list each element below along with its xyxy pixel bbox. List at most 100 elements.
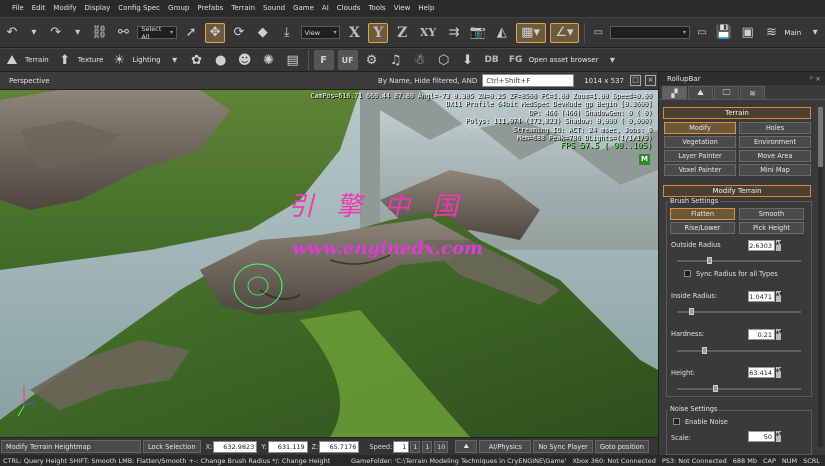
- hardness-slider-knob[interactable]: [702, 347, 707, 354]
- swatch-left-icon[interactable]: ▭: [590, 23, 606, 43]
- brush-pick-height-button[interactable]: Pick Height: [739, 222, 804, 234]
- swatch-right-icon[interactable]: ▭: [694, 23, 710, 43]
- sync-player-button[interactable]: No Sync Player: [533, 440, 593, 453]
- hardness-field[interactable]: 0.21: [748, 329, 775, 340]
- menu-clouds[interactable]: Clouds: [333, 0, 365, 17]
- redo-icon[interactable]: ↷: [46, 23, 66, 43]
- hardness-slider[interactable]: [677, 347, 801, 354]
- ui-fg-button[interactable]: UF: [337, 50, 358, 70]
- sound-icon[interactable]: ♫: [386, 50, 406, 70]
- terrain-holes-button[interactable]: Holes: [739, 122, 811, 134]
- mannequin-icon[interactable]: ☃: [410, 50, 430, 70]
- noise-scale-field[interactable]: 50: [748, 431, 775, 442]
- outside-radius-slider[interactable]: [677, 257, 801, 264]
- tab-display-icon[interactable]: 🖵: [714, 86, 739, 99]
- track-view-icon[interactable]: ▤: [283, 50, 303, 70]
- texture-tool-label[interactable]: Texture: [78, 56, 104, 64]
- ai-physics-button[interactable]: AI/Physics: [479, 440, 532, 453]
- tab-objects-icon[interactable]: ▞: [662, 86, 687, 99]
- goto-position-button[interactable]: Goto position: [594, 440, 649, 453]
- brush-smooth-button[interactable]: Smooth: [739, 208, 804, 220]
- chevron-down-icon[interactable]: ▾: [167, 50, 183, 70]
- inside-radius-spinner-icon[interactable]: ▲▼: [776, 291, 782, 302]
- terrain-collision-icon[interactable]: ⛰: [455, 440, 478, 453]
- sync-radius-checkbox[interactable]: [684, 270, 691, 277]
- menu-config-spec[interactable]: Config Spec: [114, 0, 164, 17]
- height-field[interactable]: 63.414: [748, 367, 775, 378]
- z-coord-field[interactable]: 65.7176: [319, 440, 360, 453]
- x-coord-field[interactable]: 632.9823: [213, 440, 258, 453]
- texture-tool-icon[interactable]: ⬆: [55, 50, 75, 70]
- lock-selection-button[interactable]: Lock Selection: [143, 440, 201, 453]
- menu-prefabs[interactable]: Prefabs: [193, 0, 227, 17]
- redo-dropdown-icon[interactable]: ▾: [70, 23, 86, 43]
- menu-terrain[interactable]: Terrain: [227, 0, 259, 17]
- chevron-down-icon[interactable]: ▾: [807, 23, 823, 43]
- brush-flatten-button[interactable]: Flatten: [670, 208, 735, 220]
- lighting-tool-label[interactable]: Lighting: [132, 56, 160, 64]
- inside-radius-slider[interactable]: [677, 308, 801, 315]
- move-icon[interactable]: ✥: [205, 22, 225, 43]
- material-icon[interactable]: ✿: [187, 50, 207, 70]
- outside-radius-spinner-icon[interactable]: ▲▼: [776, 240, 782, 251]
- inside-radius-slider-knob[interactable]: [689, 308, 694, 315]
- lighting-tool-icon[interactable]: ☀: [109, 50, 129, 70]
- terrain-layer-painter-button[interactable]: Layer Painter: [664, 150, 736, 162]
- viewport-search-input[interactable]: Ctrl+Shift+F: [482, 74, 575, 87]
- terrain-tool-label[interactable]: Terrain: [25, 56, 49, 64]
- angle-snap-icon[interactable]: ∠▾: [549, 22, 580, 43]
- terrain-snap-icon[interactable]: ◭: [492, 23, 512, 43]
- menu-group[interactable]: Group: [164, 0, 193, 17]
- menu-modify[interactable]: Modify: [49, 0, 80, 17]
- axis-z-button[interactable]: Z: [392, 23, 412, 43]
- database-button[interactable]: DB: [482, 50, 502, 70]
- layers-icon[interactable]: ≋: [762, 23, 782, 43]
- height-slider[interactable]: [677, 385, 801, 392]
- close-icon[interactable]: ×: [645, 75, 656, 86]
- link-icon[interactable]: ⛓: [90, 23, 110, 43]
- pin-close-icon[interactable]: ᵖ ×: [810, 75, 821, 83]
- height-spinner-icon[interactable]: ▲▼: [776, 367, 782, 378]
- outside-radius-slider-knob[interactable]: [707, 257, 712, 264]
- character-icon[interactable]: ☻: [235, 50, 255, 70]
- inside-radius-field[interactable]: 1.0471: [748, 291, 775, 302]
- asset-browser-button[interactable]: Open asset browser: [529, 56, 599, 64]
- terrain-tool-icon[interactable]: ⛰: [2, 50, 22, 70]
- scale-icon[interactable]: ◆: [253, 23, 273, 43]
- enable-noise-checkbox[interactable]: [673, 418, 680, 425]
- tab-terrain-icon[interactable]: ⛰: [688, 86, 713, 99]
- align-icon[interactable]: ⇉: [444, 23, 464, 43]
- undo-dropdown-icon[interactable]: ▾: [26, 23, 42, 43]
- terrain-section-header[interactable]: Terrain: [663, 107, 811, 119]
- chevron-down-icon[interactable]: ▾: [604, 50, 620, 70]
- rollup-scrollbar[interactable]: [818, 107, 823, 447]
- brush-rise-lower-button[interactable]: Rise/Lower: [670, 222, 735, 234]
- flowgraph-button[interactable]: FG: [506, 50, 526, 70]
- perspective-viewport[interactable]: CamPos=616.71 660.44 87.80 Angl=-73 0.30…: [0, 90, 658, 437]
- menu-tools[interactable]: Tools: [364, 0, 389, 17]
- camera-icon[interactable]: 📷: [468, 23, 488, 43]
- terrain-modify-button[interactable]: Modify: [664, 122, 736, 134]
- axis-x-button[interactable]: X: [344, 23, 364, 43]
- speed-preset-10[interactable]: 10: [434, 440, 449, 453]
- axis-y-button[interactable]: Y: [368, 22, 389, 43]
- terrain-vegetation-button[interactable]: Vegetation: [664, 136, 736, 148]
- goto-selected-icon[interactable]: ▣: [738, 23, 758, 43]
- rotate-icon[interactable]: ⟳: [229, 23, 249, 43]
- coord-system-select[interactable]: View ▾: [300, 26, 341, 39]
- menu-edit[interactable]: Edit: [28, 0, 50, 17]
- height-slider-knob[interactable]: [713, 385, 718, 392]
- hardness-spinner-icon[interactable]: ▲▼: [776, 329, 782, 340]
- modify-terrain-section-header[interactable]: Modify Terrain: [663, 185, 811, 197]
- layer-main-label[interactable]: Main: [784, 29, 801, 37]
- speed-preset-2[interactable]: 1: [422, 440, 433, 453]
- speed-field[interactable]: 1: [393, 440, 410, 453]
- viewport-resolution[interactable]: 1014 x 537: [584, 77, 624, 85]
- speed-preset-1[interactable]: 1: [410, 440, 421, 453]
- y-coord-field[interactable]: 631.119: [267, 440, 308, 453]
- particle-icon[interactable]: ✺: [259, 50, 279, 70]
- tab-layers-icon[interactable]: ≋: [740, 86, 765, 99]
- axis-xy-button[interactable]: XY: [416, 23, 440, 43]
- vehicle-icon[interactable]: ⚙: [362, 50, 382, 70]
- menu-sound[interactable]: Sound: [259, 0, 289, 17]
